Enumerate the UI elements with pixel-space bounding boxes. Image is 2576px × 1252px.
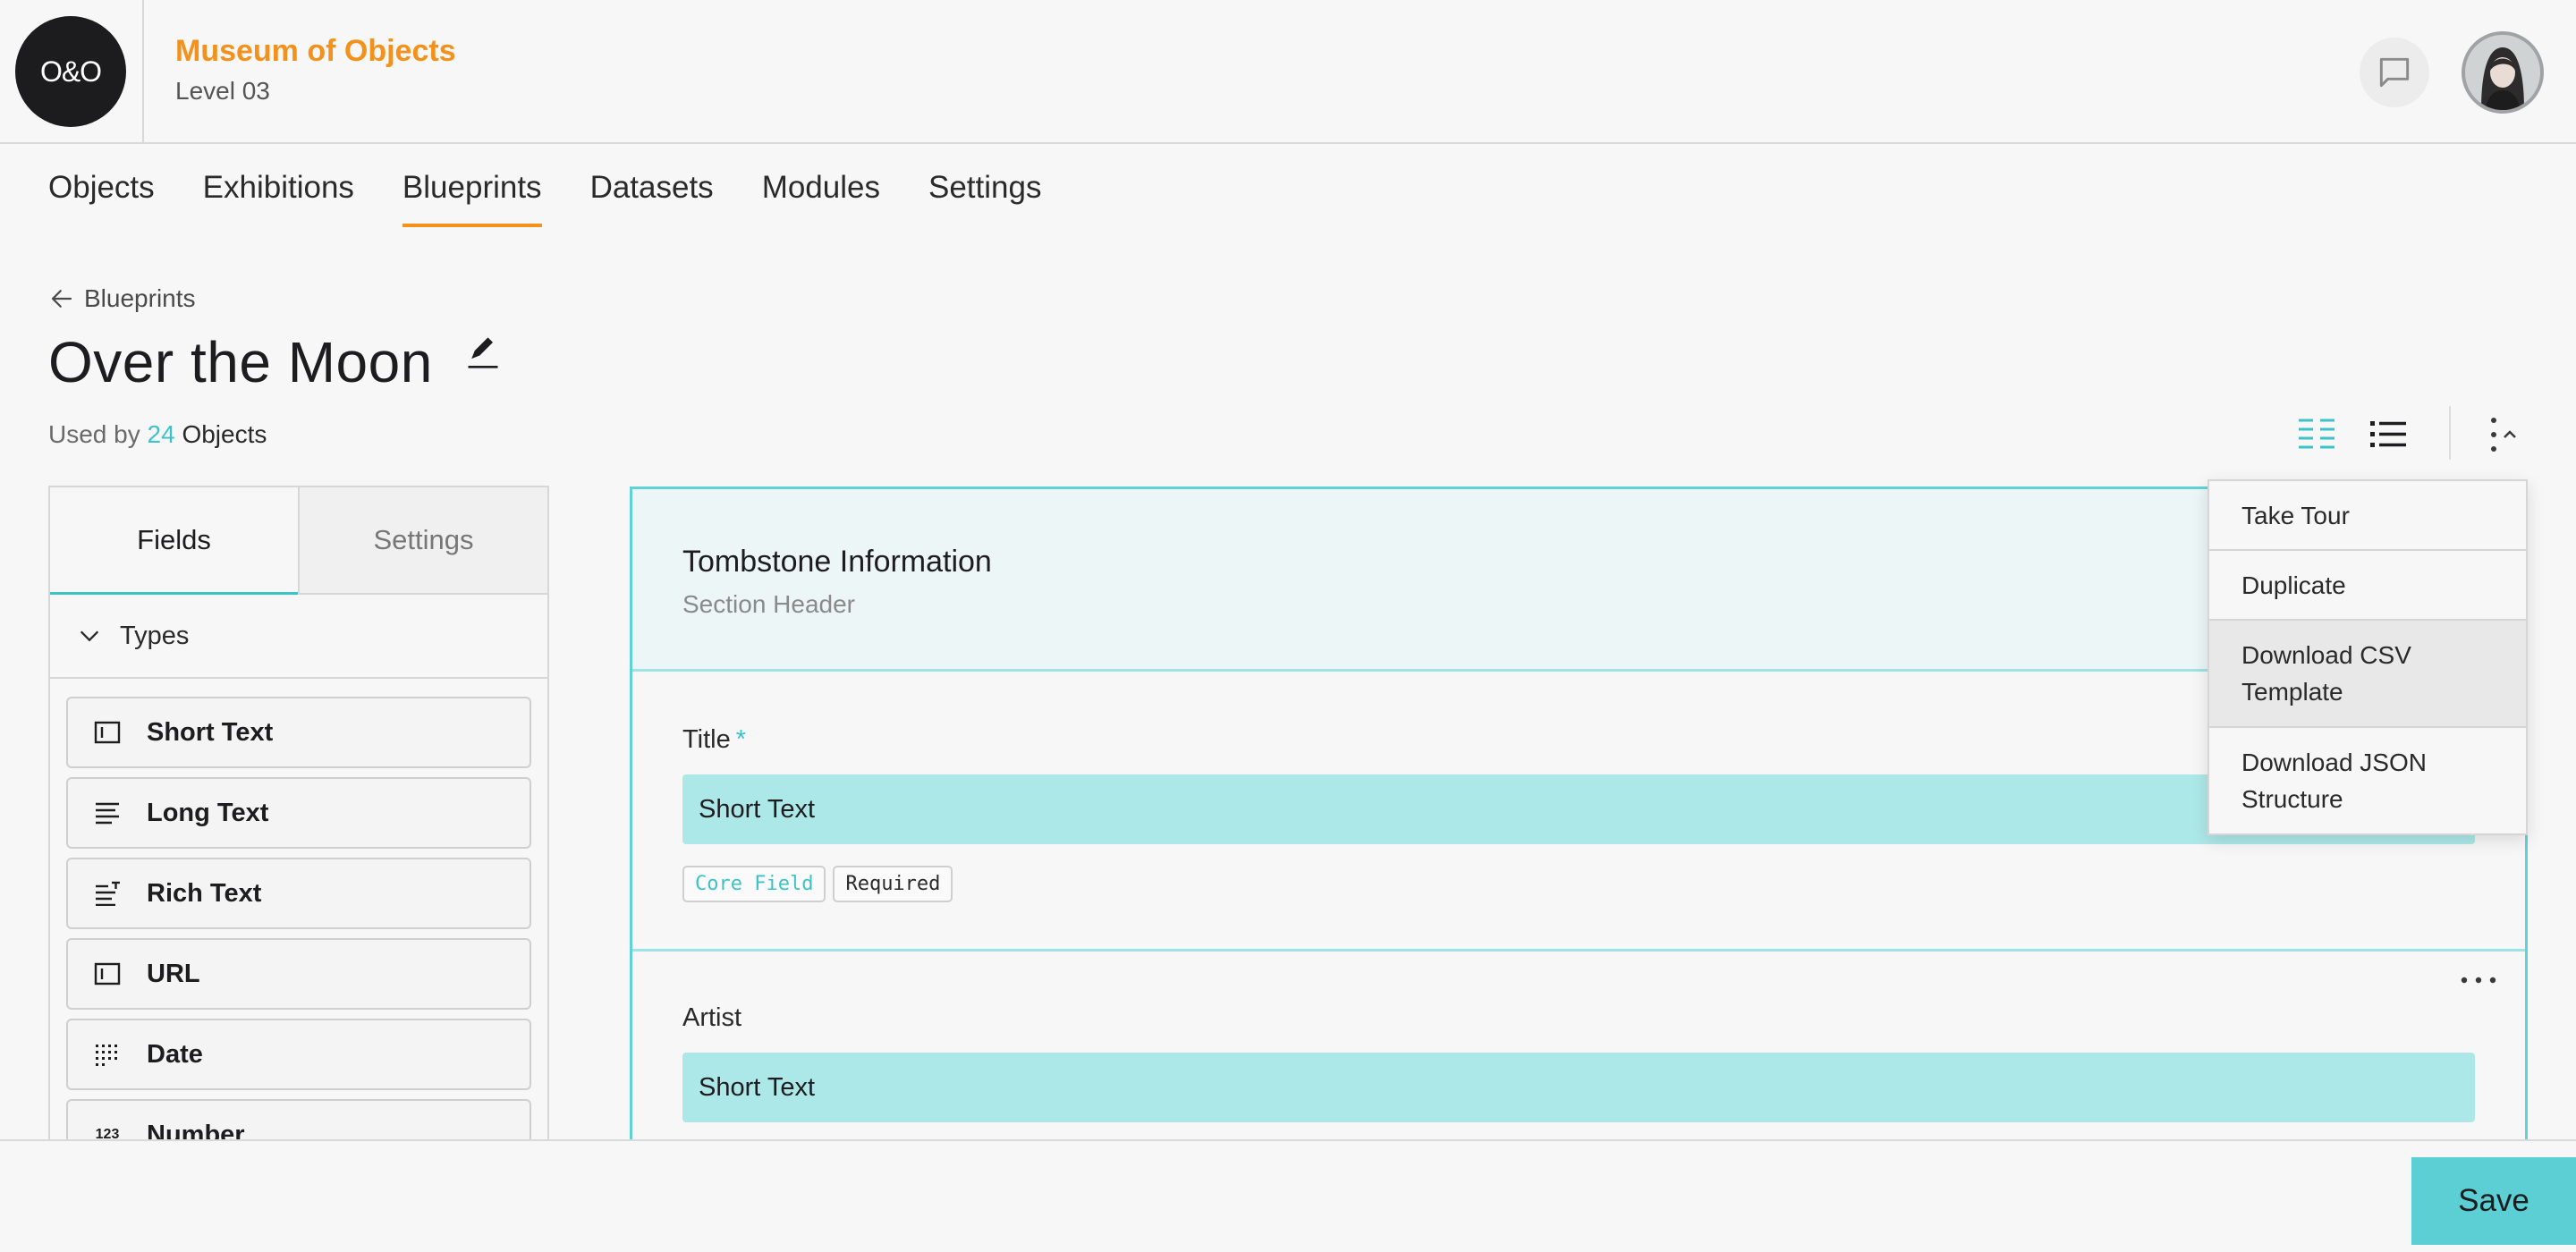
org-logo[interactable]: O&O (15, 16, 126, 127)
types-group-toggle[interactable]: Types (50, 595, 547, 679)
chat-icon (2379, 57, 2410, 88)
menu-item-download-csv[interactable]: Download CSV Template (2209, 621, 2526, 728)
used-by-suffix: Objects (182, 420, 267, 448)
short-text-icon (91, 716, 123, 749)
breadcrumb-label: Blueprints (84, 284, 196, 312)
nav-blueprints[interactable]: Blueprints (402, 170, 542, 227)
edit-title-button[interactable] (463, 331, 503, 370)
rich-text-icon (91, 877, 123, 909)
org-name[interactable]: Museum of Objects (175, 34, 456, 69)
page-title: Over the Moon (48, 330, 433, 394)
field-type-bar: Short Text (682, 1053, 2475, 1122)
field-badges: Core Field Required (682, 866, 2475, 902)
used-by-text: Used by 24 Objects (48, 420, 267, 449)
save-button[interactable]: Save (2411, 1157, 2576, 1245)
field-label: Artist (682, 1003, 2475, 1033)
menu-item-duplicate[interactable]: Duplicate (2209, 551, 2526, 621)
more-options-menu: Take Tour Duplicate Download CSV Templat… (2207, 479, 2528, 835)
header-divider (142, 0, 144, 144)
nav-settings[interactable]: Settings (928, 170, 1041, 227)
breadcrumb[interactable]: Blueprints (48, 284, 196, 313)
user-avatar[interactable] (2462, 31, 2544, 114)
core-field-badge: Core Field (682, 866, 826, 902)
panel-tabs: Fields Settings (50, 487, 547, 595)
chat-button[interactable] (2360, 38, 2429, 107)
url-icon (91, 958, 123, 990)
tab-fields[interactable]: Fields (50, 487, 298, 595)
field-label-text: Artist (682, 1003, 742, 1032)
nav-datasets[interactable]: Datasets (590, 170, 714, 227)
nav-modules[interactable]: Modules (762, 170, 880, 227)
arrow-left-icon (51, 290, 72, 308)
field-palette-panel: Fields Settings Types Short Text Long Te… (48, 486, 549, 1147)
field-card-artist[interactable]: Artist Short Text (632, 952, 2525, 1148)
type-label: Rich Text (147, 878, 262, 908)
kebab-chevron-up-icon (2491, 418, 2516, 452)
tab-settings[interactable]: Settings (298, 487, 547, 593)
field-label: Title * (682, 725, 2475, 755)
menu-item-download-json[interactable]: Download JSON Structure (2209, 728, 2526, 833)
pencil-icon (468, 337, 498, 368)
footer-bar (0, 1139, 2576, 1252)
type-label: URL (147, 959, 200, 988)
logo-text: O&O (39, 55, 102, 88)
type-label: Short Text (147, 717, 274, 747)
field-menu-button[interactable] (2457, 969, 2500, 991)
type-label: Long Text (147, 798, 269, 827)
type-long-text[interactable]: Long Text (66, 777, 531, 849)
nav-exhibitions[interactable]: Exhibitions (203, 170, 354, 227)
more-options-button[interactable] (2478, 413, 2531, 456)
user-photo-icon (2465, 35, 2540, 110)
list-view-icon (2370, 421, 2406, 447)
type-date[interactable]: Date (66, 1019, 531, 1090)
top-header: O&O Museum of Objects Level 03 (0, 0, 2576, 144)
chevron-down-icon (80, 630, 99, 642)
type-url[interactable]: URL (66, 938, 531, 1010)
required-star: * (735, 725, 747, 754)
long-text-icon (91, 797, 123, 829)
type-label: Date (147, 1039, 203, 1069)
used-by-count[interactable]: 24 (148, 420, 175, 448)
view-columns-button[interactable] (2297, 415, 2336, 454)
menu-item-take-tour[interactable]: Take Tour (2209, 481, 2526, 551)
required-badge: Required (833, 866, 953, 902)
main-nav: Objects Exhibitions Blueprints Datasets … (48, 170, 1089, 227)
date-icon (91, 1038, 123, 1070)
type-list: Short Text Long Text Rich Text URL Date … (50, 679, 547, 1147)
view-list-button[interactable] (2368, 415, 2408, 454)
type-short-text[interactable]: Short Text (66, 697, 531, 768)
org-level: Level 03 (175, 77, 270, 105)
types-group-label: Types (120, 621, 190, 650)
field-label-text: Title (682, 725, 731, 754)
type-rich-text[interactable]: Rich Text (66, 858, 531, 929)
toolbar-divider (2449, 406, 2451, 460)
nav-objects[interactable]: Objects (48, 170, 155, 227)
ellipsis-icon (2461, 977, 2496, 984)
columns-view-icon (2299, 419, 2334, 449)
field-type-bar: Short Text (682, 774, 2475, 844)
used-by-prefix: Used by (48, 420, 140, 448)
